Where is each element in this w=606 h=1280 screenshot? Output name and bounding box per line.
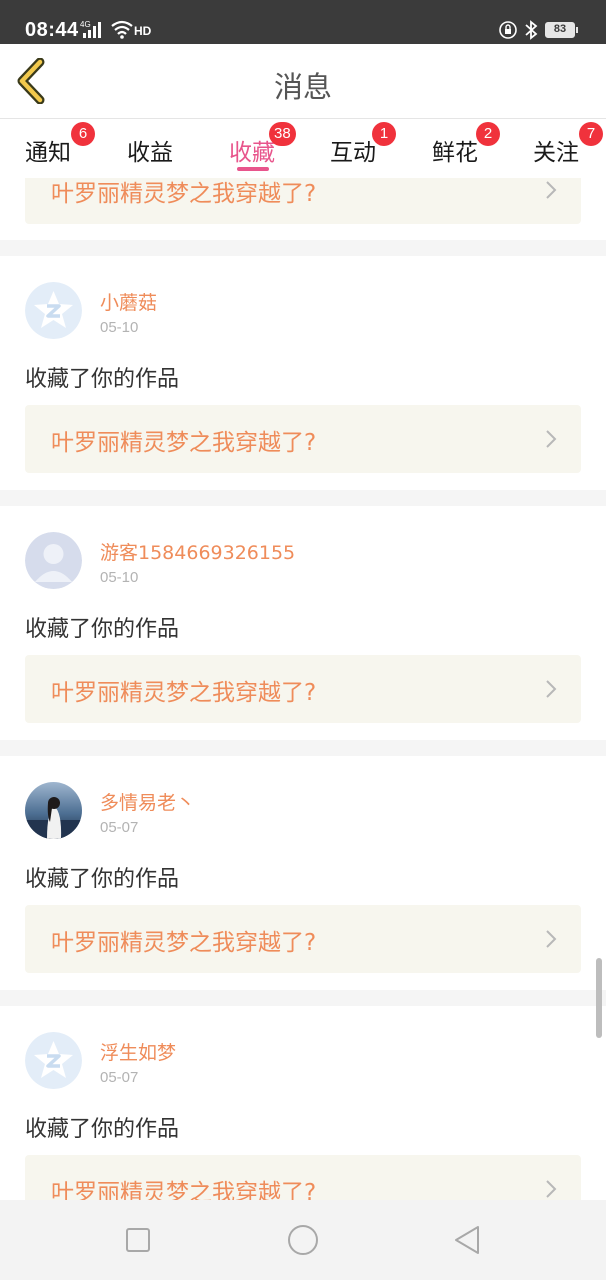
unread-badge: 2 bbox=[476, 122, 500, 146]
timestamp: 05-07 bbox=[100, 819, 139, 836]
avatar[interactable] bbox=[25, 782, 82, 839]
system-nav-bar bbox=[0, 1200, 606, 1280]
chevron-right-icon bbox=[546, 181, 557, 199]
divider bbox=[0, 990, 606, 1006]
hd-indicator: HD bbox=[134, 24, 152, 38]
username[interactable]: 浮生如梦 bbox=[100, 1038, 176, 1065]
chevron-right-icon bbox=[546, 680, 557, 698]
rotation-lock-icon bbox=[499, 21, 517, 39]
tab-label: 互动 bbox=[330, 140, 376, 166]
unread-badge: 6 bbox=[71, 122, 95, 146]
work-card[interactable]: 叶罗丽精灵梦之我穿越了? bbox=[25, 405, 581, 473]
avatar[interactable] bbox=[25, 282, 82, 339]
page-title: 消息 bbox=[273, 70, 332, 104]
photo-avatar-icon bbox=[25, 782, 82, 839]
work-title: 叶罗丽精灵梦之我穿越了? bbox=[51, 930, 317, 956]
status-bar: 08:44 4G HD 83 bbox=[0, 0, 606, 44]
tab-label: 关注 bbox=[533, 140, 579, 166]
clock: 08:44 bbox=[25, 19, 79, 41]
tab-label: 收益 bbox=[127, 140, 173, 166]
username[interactable]: 小蘑菇 bbox=[100, 288, 157, 315]
network-type: 4G bbox=[80, 20, 91, 29]
back-icon[interactable] bbox=[450, 1222, 486, 1258]
tab-label: 通知 bbox=[25, 140, 71, 166]
default-star-avatar-icon bbox=[25, 1032, 82, 1089]
recent-apps-icon[interactable] bbox=[120, 1222, 156, 1258]
signal-icon: 4G bbox=[80, 20, 101, 38]
tab-bar: 通知 6 收益 收藏 38 互动 1 鲜花 2 关注 7 bbox=[0, 118, 606, 179]
work-card[interactable]: 叶罗丽精灵梦之我穿越了? bbox=[25, 905, 581, 973]
timestamp: 05-10 bbox=[100, 319, 139, 336]
unread-badge: 7 bbox=[579, 122, 603, 146]
work-title: 叶罗丽精灵梦之我穿越了? bbox=[51, 181, 317, 207]
work-title: 叶罗丽精灵梦之我穿越了? bbox=[51, 1180, 317, 1200]
default-star-avatar-icon bbox=[25, 282, 82, 339]
action-text: 收藏了你的作品 bbox=[25, 1117, 180, 1142]
work-card[interactable]: 叶罗丽精灵梦之我穿越了? bbox=[25, 178, 581, 224]
unread-badge: 38 bbox=[269, 122, 296, 146]
active-tab-indicator bbox=[237, 167, 269, 171]
home-icon[interactable] bbox=[285, 1222, 321, 1258]
battery-level: 83 bbox=[553, 23, 567, 35]
wifi-icon bbox=[111, 20, 133, 39]
tab-label: 收藏 bbox=[229, 140, 275, 166]
tab-label: 鲜花 bbox=[432, 140, 478, 166]
username[interactable]: 游客1584669326155 bbox=[100, 538, 295, 565]
avatar[interactable] bbox=[25, 1032, 82, 1089]
chevron-right-icon bbox=[546, 1180, 557, 1198]
unread-badge: 1 bbox=[372, 122, 396, 146]
divider bbox=[0, 240, 606, 256]
work-title: 叶罗丽精灵梦之我穿越了? bbox=[51, 680, 317, 706]
divider bbox=[0, 490, 606, 506]
divider bbox=[0, 740, 606, 756]
bluetooth-icon bbox=[525, 20, 538, 40]
timestamp: 05-07 bbox=[100, 1069, 139, 1086]
username[interactable]: 多情易老丶 bbox=[100, 788, 195, 815]
chevron-right-icon bbox=[546, 930, 557, 948]
chevron-right-icon bbox=[546, 430, 557, 448]
header: 消息 bbox=[0, 44, 606, 118]
work-card[interactable]: 叶罗丽精灵梦之我穿越了? bbox=[25, 655, 581, 723]
work-title: 叶罗丽精灵梦之我穿越了? bbox=[51, 430, 317, 456]
scrollbar[interactable] bbox=[596, 958, 602, 1038]
action-text: 收藏了你的作品 bbox=[25, 867, 180, 892]
action-text: 收藏了你的作品 bbox=[25, 367, 180, 392]
battery-tip bbox=[576, 27, 578, 33]
work-card[interactable]: 叶罗丽精灵梦之我穿越了? bbox=[25, 1155, 581, 1200]
battery-icon: 83 bbox=[545, 22, 575, 38]
action-text: 收藏了你的作品 bbox=[25, 617, 180, 642]
timestamp: 05-10 bbox=[100, 569, 139, 586]
avatar[interactable] bbox=[25, 532, 82, 589]
message-list[interactable]: 叶罗丽精灵梦之我穿越了? 小蘑菇 05-10 收藏了你的作品 叶罗丽精灵梦之我穿… bbox=[0, 178, 606, 1200]
default-person-avatar-icon bbox=[25, 532, 82, 589]
